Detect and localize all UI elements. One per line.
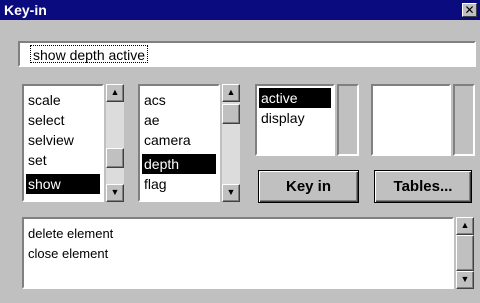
close-icon[interactable]: ✕ bbox=[462, 3, 477, 17]
command-input[interactable]: show depth active bbox=[18, 41, 476, 67]
list3-scroll-area bbox=[337, 84, 359, 156]
list-item[interactable]: delete element bbox=[28, 225, 113, 243]
list-item[interactable]: acs bbox=[142, 90, 216, 110]
scroll-down-icon[interactable]: ▼ bbox=[222, 184, 240, 202]
scroll-up-icon[interactable]: ▲ bbox=[456, 217, 474, 235]
keyin-button[interactable]: Key in bbox=[258, 170, 359, 203]
scroll-thumb[interactable] bbox=[222, 104, 240, 124]
tables-button[interactable]: Tables... bbox=[374, 170, 472, 203]
scroll-down-icon[interactable]: ▼ bbox=[106, 184, 124, 202]
list-item[interactable]: select bbox=[26, 110, 100, 130]
title-bar[interactable]: Key-in ✕ bbox=[0, 0, 480, 20]
scroll-thumb[interactable] bbox=[106, 148, 124, 168]
list-item-selected[interactable]: depth bbox=[142, 154, 216, 174]
history-scrollbar[interactable]: ▲ ▼ bbox=[456, 217, 474, 289]
list-commands[interactable]: scale select selview set show bbox=[22, 84, 104, 202]
list2-scrollbar[interactable]: ▲ ▼ bbox=[222, 84, 240, 202]
list-subcommands[interactable]: acs ae camera depth flag bbox=[138, 84, 220, 202]
list-item[interactable]: ae bbox=[142, 110, 216, 130]
scroll-thumb[interactable] bbox=[456, 235, 474, 271]
scroll-up-icon[interactable]: ▲ bbox=[222, 84, 240, 102]
history-list[interactable]: delete element close element bbox=[22, 217, 454, 289]
list1-scrollbar[interactable]: ▲ ▼ bbox=[106, 84, 124, 202]
list-extra[interactable] bbox=[371, 84, 451, 156]
list-item[interactable]: selview bbox=[26, 130, 100, 150]
list-item-selected[interactable]: show bbox=[26, 174, 100, 194]
list-item[interactable]: display bbox=[259, 108, 331, 128]
list-item[interactable]: scale bbox=[26, 90, 100, 110]
command-text: show depth active bbox=[30, 45, 149, 63]
list-item[interactable]: flag bbox=[142, 174, 216, 194]
window-title: Key-in bbox=[4, 2, 47, 18]
list-item[interactable]: camera bbox=[142, 130, 216, 150]
scroll-down-icon[interactable]: ▼ bbox=[456, 271, 474, 289]
list-item[interactable]: close element bbox=[28, 245, 108, 263]
scroll-track[interactable] bbox=[106, 102, 124, 184]
scroll-up-icon[interactable]: ▲ bbox=[106, 84, 124, 102]
keyin-window: Key-in ✕ show depth active scale select … bbox=[0, 0, 480, 303]
list-options[interactable]: active display bbox=[255, 84, 335, 156]
list-item-selected[interactable]: active bbox=[259, 88, 331, 108]
list4-scroll-area bbox=[453, 84, 475, 156]
list-item[interactable]: set bbox=[26, 150, 100, 170]
